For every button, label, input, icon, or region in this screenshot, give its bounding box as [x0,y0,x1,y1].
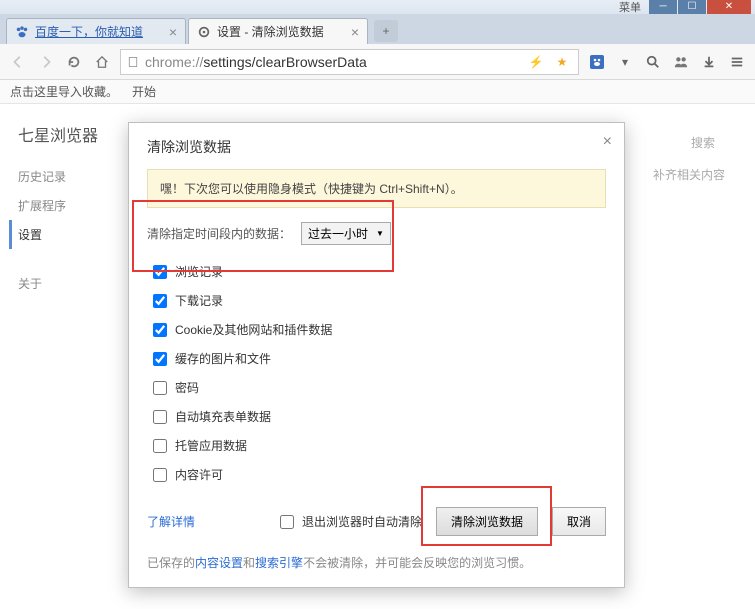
address-bar[interactable]: chrome://settings/clearBrowserData ⚡ ★ [120,49,579,75]
new-tab-button[interactable]: + [374,20,398,42]
bookmarks-bar: 点击这里导入收藏。 开始 [0,80,755,104]
search-engine-link[interactable]: 搜索引擎 [255,556,303,570]
tab-close-icon[interactable]: × [351,24,359,40]
dropdown-icon[interactable]: ▾ [615,52,635,72]
checkbox[interactable] [153,294,167,308]
url-text: chrome://settings/clearBrowserData [145,54,520,70]
check-row[interactable]: 浏览记录 [147,257,606,286]
period-select[interactable]: 过去一小时 ▼ [301,222,391,245]
check-label: 浏览记录 [175,263,223,280]
window-maximize-button[interactable]: ☐ [678,0,706,14]
dialog-title: 清除浏览数据 [147,137,606,157]
toolbar: chrome://settings/clearBrowserData ⚡ ★ ▾ [0,44,755,80]
page-icon [127,56,139,68]
dialog-footer: 了解详情 退出浏览器时自动清除 清除浏览数据 取消 [147,507,606,536]
search-icon[interactable] [643,52,663,72]
paw-icon [15,25,29,39]
titlebar-menu[interactable]: 菜单 [619,0,641,15]
sidebar-item[interactable]: 历史记录 [18,162,115,191]
forward-button[interactable] [36,52,56,72]
tab-strip: 百度一下，你就知道 × 设置 - 清除浏览数据 × + [0,14,755,44]
checkbox[interactable] [153,410,167,424]
flash-icon[interactable]: ⚡ [526,52,546,72]
checkbox[interactable] [153,323,167,337]
learn-more-link[interactable]: 了解详情 [147,513,195,530]
period-row: 清除指定时间段内的数据： 过去一小时 ▼ [147,222,606,245]
period-value: 过去一小时 [308,225,368,242]
sidebar-item[interactable]: 扩展程序 [18,191,115,220]
exit-clear-checkbox-row[interactable]: 退出浏览器时自动清除 [280,513,422,530]
checkbox[interactable] [153,265,167,279]
check-label: 托管应用数据 [175,437,247,454]
check-label: Cookie及其他网站和插件数据 [175,321,332,338]
chevron-down-icon: ▼ [376,229,384,238]
check-row[interactable]: 缓存的图片和文件 [147,344,606,373]
check-row[interactable]: 密码 [147,373,606,402]
exit-clear-label: 退出浏览器时自动清除 [302,513,422,530]
browser-brand: 七星浏览器 [18,122,115,146]
bg-text: 补齐相关内容 [653,166,725,183]
menu-icon[interactable] [727,52,747,72]
bookmark-start[interactable]: 开始 [132,83,156,100]
check-row[interactable]: 内容许可 [147,460,606,489]
bookmark-star-icon[interactable]: ★ [552,52,572,72]
sidebar-item[interactable]: 设置 [9,220,115,249]
back-button[interactable] [8,52,28,72]
search-placeholder-bg: 搜索 [691,134,715,151]
users-icon[interactable] [671,52,691,72]
home-button[interactable] [92,52,112,72]
check-label: 密码 [175,379,199,396]
settings-sidebar: 七星浏览器 历史记录扩展程序设置关于 [0,104,115,609]
checkbox[interactable] [153,468,167,482]
check-row[interactable]: 下载记录 [147,286,606,315]
gear-icon [197,25,211,39]
reload-button[interactable] [64,52,84,72]
cancel-button[interactable]: 取消 [552,507,606,536]
check-row[interactable]: Cookie及其他网站和插件数据 [147,315,606,344]
download-icon[interactable] [699,52,719,72]
check-row[interactable]: 托管应用数据 [147,431,606,460]
checkbox[interactable] [153,439,167,453]
dialog-close-button[interactable]: × [603,133,612,151]
content-settings-link[interactable]: 内容设置 [195,556,243,570]
exit-clear-checkbox[interactable] [280,515,294,529]
sidebar-item[interactable]: 关于 [18,269,115,298]
window-minimize-button[interactable]: ─ [649,0,677,14]
clear-browsing-data-dialog: 清除浏览数据 × 嘿！下次您可以使用隐身模式（快捷键为 Ctrl+Shift+N… [128,122,625,588]
window-close-button[interactable]: ✕ [707,0,751,14]
tab-title: 设置 - 清除浏览数据 [217,23,324,40]
check-label: 缓存的图片和文件 [175,350,271,367]
check-label: 下载记录 [175,292,223,309]
import-bookmarks-hint[interactable]: 点击这里导入收藏。 [10,83,118,100]
paw-icon[interactable] [587,52,607,72]
window-titlebar: 菜单 ─ ☐ ✕ [0,0,755,14]
saved-note: 已保存的内容设置和搜索引擎不会被清除，并可能会反映您的浏览习惯。 [147,554,606,571]
tab-settings[interactable]: 设置 - 清除浏览数据 × [188,18,368,44]
clear-data-button[interactable]: 清除浏览数据 [436,507,538,536]
tab-baidu[interactable]: 百度一下，你就知道 × [6,18,186,44]
check-row[interactable]: 自动填充表单数据 [147,402,606,431]
checkbox[interactable] [153,381,167,395]
incognito-tip: 嘿！下次您可以使用隐身模式（快捷键为 Ctrl+Shift+N）。 [147,169,606,208]
check-label: 内容许可 [175,466,223,483]
tab-title: 百度一下，你就知道 [35,23,143,40]
tab-close-icon[interactable]: × [169,24,177,40]
period-label: 清除指定时间段内的数据： [147,225,291,242]
checkbox[interactable] [153,352,167,366]
check-label: 自动填充表单数据 [175,408,271,425]
